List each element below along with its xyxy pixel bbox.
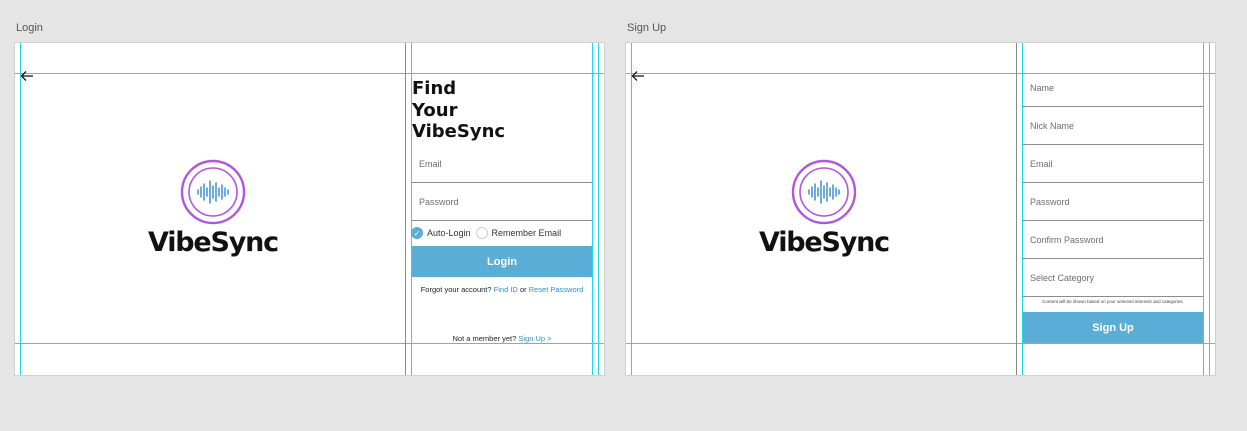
password-placeholder: Password — [1030, 196, 1070, 207]
find-id-link[interactable]: Find ID — [494, 285, 518, 294]
login-artboard-label: Login — [16, 22, 43, 34]
password-field[interactable]: Password — [1023, 183, 1203, 221]
name-field[interactable]: Name — [1023, 69, 1203, 107]
email-placeholder: Email — [419, 158, 442, 169]
panel-divider — [1016, 43, 1017, 375]
login-options: ✓ Auto-Login Remember Email — [411, 221, 561, 245]
remember-email-radio[interactable] — [475, 227, 488, 239]
guide-line — [631, 43, 632, 375]
sound-wave-logo-icon — [180, 159, 246, 225]
login-button[interactable]: Login — [412, 246, 592, 277]
brand-name: VibeSync — [148, 227, 279, 258]
logo: VibeSync — [754, 159, 894, 258]
forgot-text: Forgot your account? — [420, 285, 492, 294]
guide-line — [1203, 43, 1204, 375]
sound-wave-logo-icon — [791, 159, 857, 225]
or-text: or — [519, 285, 527, 294]
signup-button[interactable]: Sign Up — [1023, 312, 1203, 343]
back-arrow-icon[interactable] — [631, 69, 645, 83]
signup-artboard: VibeSync Name Nick Name Email Password C… — [625, 42, 1216, 376]
confirm-password-field[interactable]: Confirm Password — [1023, 221, 1203, 259]
brand-name: VibeSync — [759, 227, 890, 258]
title-line: Find — [412, 78, 457, 99]
guide-line — [1209, 43, 1210, 375]
nickname-placeholder: Nick Name — [1030, 120, 1075, 131]
title-line: VibeSync — [412, 121, 506, 142]
guide-line — [592, 43, 593, 375]
password-placeholder: Password — [419, 196, 459, 207]
guide-line — [15, 73, 604, 74]
category-placeholder: Select Category — [1030, 272, 1095, 283]
name-placeholder: Name — [1030, 82, 1055, 93]
signup-artboard-label: Sign Up — [627, 22, 667, 34]
page-title: Find Your VibeSync — [412, 78, 505, 143]
guide-line — [598, 43, 599, 375]
confirm-password-placeholder: Confirm Password — [1030, 234, 1104, 245]
email-field[interactable]: Email — [412, 145, 592, 183]
member-row: Not a member yet? Sign Up > — [412, 334, 592, 343]
guide-line — [626, 343, 1215, 344]
logo: VibeSync — [143, 159, 283, 258]
guide-line — [20, 43, 21, 375]
title-line: Your — [412, 99, 458, 121]
category-select[interactable]: Select Category — [1023, 259, 1203, 297]
panel-divider — [405, 43, 406, 375]
email-field[interactable]: Email — [1023, 145, 1203, 183]
remember-email-label: Remember Email — [491, 228, 562, 238]
login-artboard: VibeSync Find Your VibeSync Email Passwo… — [14, 42, 605, 376]
category-note: Content will be shown based on your sele… — [1042, 299, 1184, 304]
auto-login-label: Auto-Login — [427, 228, 471, 238]
reset-password-link[interactable]: Reset Password — [529, 285, 584, 294]
nickname-field[interactable]: Nick Name — [1023, 107, 1203, 145]
member-text: Not a member yet? — [452, 334, 517, 343]
guide-line — [15, 343, 604, 344]
signup-link[interactable]: Sign Up > — [518, 334, 551, 343]
password-field[interactable]: Password — [412, 183, 592, 221]
email-placeholder: Email — [1030, 158, 1053, 169]
back-arrow-icon[interactable] — [20, 69, 34, 83]
forgot-account-row: Forgot your account? Find ID or Reset Pa… — [412, 285, 592, 294]
auto-login-checkbox[interactable]: ✓ — [411, 227, 423, 239]
